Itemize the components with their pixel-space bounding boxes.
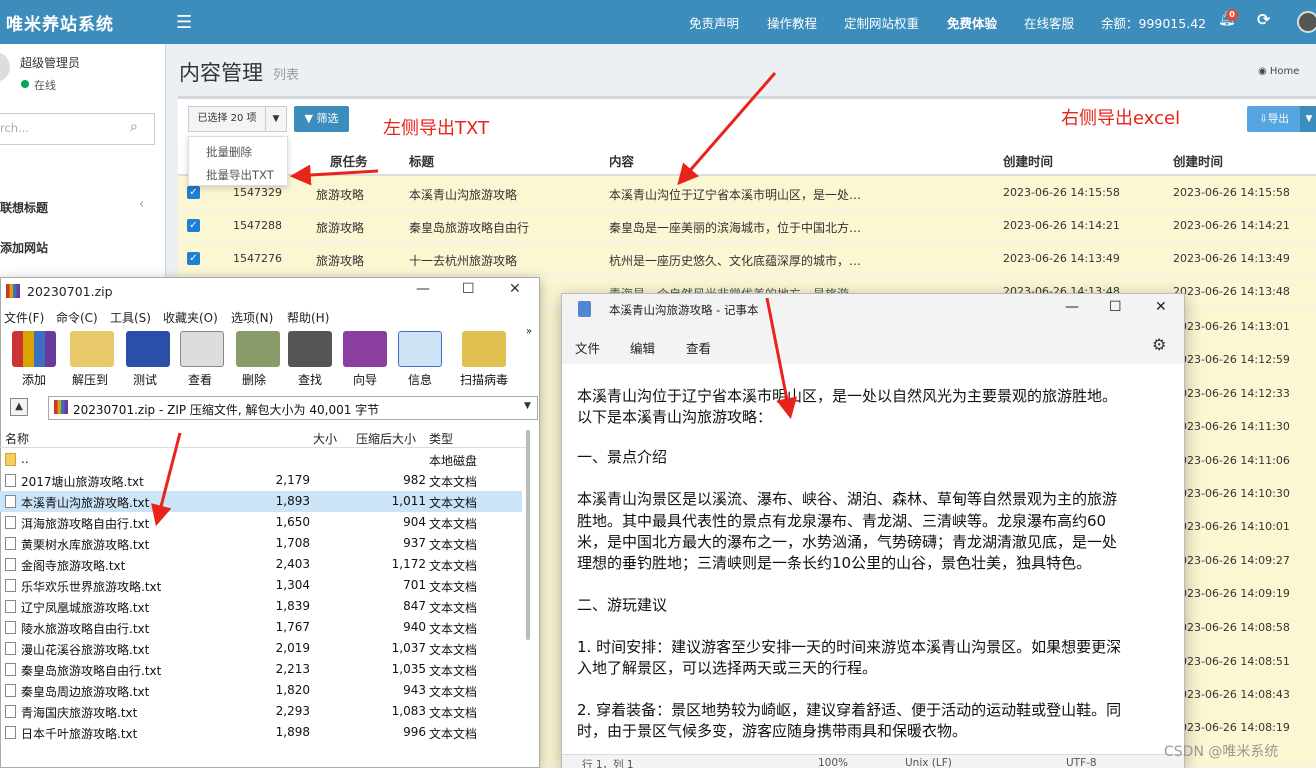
watermark: CSDN @唯米系统: [1164, 744, 1279, 760]
annotation-arrows: [151, 72, 798, 527]
arrow-to-export-txt: [289, 164, 379, 186]
arrow-to-notepad: [765, 297, 798, 420]
arrow-to-zip-file: [151, 432, 182, 527]
arrow-to-content: [677, 72, 777, 186]
